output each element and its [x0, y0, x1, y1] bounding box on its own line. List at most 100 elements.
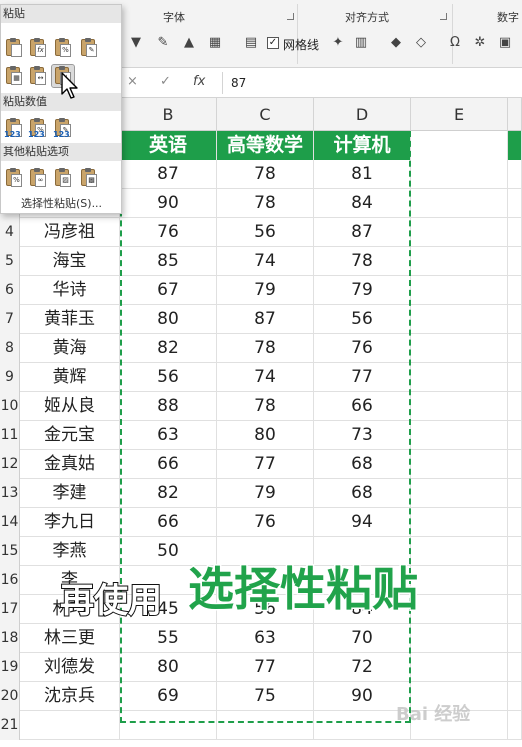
math-score-cell[interactable]: 63 — [217, 624, 314, 653]
paste-link-icon[interactable]: ∞ — [27, 167, 49, 189]
empty-cell[interactable] — [508, 450, 522, 479]
english-score-cell[interactable]: 67 — [120, 276, 217, 305]
paste-values-source-format-icon[interactable]: ✎ 123 — [52, 117, 74, 139]
math-score-cell[interactable]: 76 — [217, 508, 314, 537]
empty-cell[interactable] — [508, 421, 522, 450]
empty-cell[interactable] — [508, 218, 522, 247]
row-number[interactable]: 10 — [0, 392, 20, 421]
row-number[interactable]: 18 — [0, 624, 20, 653]
computer-score-cell[interactable]: 73 — [314, 421, 411, 450]
empty-cell[interactable] — [411, 160, 508, 189]
english-score-cell[interactable]: 82 — [120, 334, 217, 363]
name-cell[interactable]: 李建 — [20, 479, 120, 508]
empty-cell[interactable] — [411, 624, 508, 653]
name-cell[interactable]: 李九日 — [20, 508, 120, 537]
paste-formula-format-icon[interactable]: % — [52, 37, 74, 59]
name-cell[interactable]: 姬从良 — [20, 392, 120, 421]
computer-score-cell[interactable]: 66 — [314, 392, 411, 421]
computer-score-cell[interactable]: 72 — [314, 653, 411, 682]
paste-column-width-icon[interactable]: ↔ — [27, 65, 49, 87]
pin-icon[interactable]: ✦ — [330, 35, 346, 51]
math-score-cell[interactable]: 74 — [217, 247, 314, 276]
omega-icon[interactable]: Ω — [447, 35, 463, 51]
name-cell[interactable]: 金真姑 — [20, 450, 120, 479]
computer-score-cell[interactable]: 56 — [314, 305, 411, 334]
empty-cell[interactable] — [508, 537, 522, 566]
lock-icon[interactable]: ◆ — [388, 35, 404, 51]
math-score-cell[interactable]: 87 — [217, 305, 314, 334]
english-score-cell[interactable]: 55 — [120, 624, 217, 653]
math-score-cell[interactable] — [217, 711, 314, 740]
math-score-cell[interactable]: 78 — [217, 334, 314, 363]
selective-paste-menu-item[interactable]: 选择性粘贴(S)... — [21, 195, 102, 211]
computer-score-cell[interactable]: 78 — [314, 247, 411, 276]
empty-cell[interactable] — [411, 218, 508, 247]
row-number[interactable]: 16 — [0, 566, 20, 595]
name-cell[interactable]: 华诗 — [20, 276, 120, 305]
column-header-f[interactable] — [508, 98, 522, 131]
formula-input[interactable]: 87 — [222, 72, 518, 94]
math-score-cell[interactable]: 78 — [217, 160, 314, 189]
empty-cell[interactable] — [508, 508, 522, 537]
name-cell[interactable]: 冯彦祖 — [20, 218, 120, 247]
empty-cell[interactable] — [508, 711, 522, 740]
align-dialog-launcher[interactable] — [440, 13, 447, 20]
row-number[interactable]: 6 — [0, 276, 20, 305]
empty-cell[interactable] — [411, 392, 508, 421]
empty-cell[interactable] — [411, 653, 508, 682]
row-number[interactable]: 13 — [0, 479, 20, 508]
name-cell[interactable] — [20, 711, 120, 740]
empty-cell[interactable] — [411, 247, 508, 276]
empty-cell[interactable] — [411, 363, 508, 392]
format-icon[interactable]: ▦ — [207, 35, 223, 51]
math-score-cell[interactable]: 78 — [217, 392, 314, 421]
name-cell[interactable]: 林三更 — [20, 624, 120, 653]
english-score-cell[interactable]: 82 — [120, 479, 217, 508]
math-score-cell[interactable]: 77 — [217, 653, 314, 682]
empty-cell[interactable] — [411, 479, 508, 508]
empty-cell[interactable] — [508, 334, 522, 363]
math-score-cell[interactable]: 78 — [217, 189, 314, 218]
computer-score-cell[interactable]: 87 — [314, 218, 411, 247]
name-cell[interactable]: 沈京兵 — [20, 682, 120, 711]
empty-cell[interactable] — [508, 624, 522, 653]
row-number[interactable]: 7 — [0, 305, 20, 334]
row-number[interactable]: 17 — [0, 595, 20, 624]
empty-cell[interactable] — [508, 276, 522, 305]
empty-cell[interactable] — [411, 305, 508, 334]
empty-cell[interactable] — [508, 566, 522, 595]
paste-picture-icon[interactable]: ▨ — [52, 167, 74, 189]
column-header-c[interactable]: C — [217, 98, 314, 131]
empty-cell[interactable] — [508, 363, 522, 392]
header-cell-computer[interactable]: 计算机 — [314, 131, 411, 160]
computer-score-cell[interactable]: 68 — [314, 479, 411, 508]
empty-cell[interactable] — [508, 653, 522, 682]
name-cell[interactable]: 黄海 — [20, 334, 120, 363]
english-score-cell[interactable]: 69 — [120, 682, 217, 711]
english-score-cell[interactable]: 80 — [120, 305, 217, 334]
row-number[interactable]: 19 — [0, 653, 20, 682]
computer-score-cell[interactable]: 84 — [314, 189, 411, 218]
cell-f1[interactable] — [508, 131, 522, 160]
name-cell[interactable]: 黄菲玉 — [20, 305, 120, 334]
column-header-d[interactable]: D — [314, 98, 411, 131]
english-score-cell[interactable] — [120, 711, 217, 740]
empty-cell[interactable] — [411, 334, 508, 363]
math-score-cell[interactable]: 79 — [217, 276, 314, 305]
english-score-cell[interactable]: 90 — [120, 189, 217, 218]
english-score-cell[interactable]: 63 — [120, 421, 217, 450]
confirm-button[interactable]: ✓ — [160, 74, 171, 89]
empty-cell[interactable] — [411, 508, 508, 537]
row-number[interactable]: 21 — [0, 711, 20, 740]
row-number[interactable]: 9 — [0, 363, 20, 392]
empty-cell[interactable] — [508, 160, 522, 189]
math-score-cell[interactable]: 79 — [217, 479, 314, 508]
empty-cell[interactable] — [411, 421, 508, 450]
computer-score-cell[interactable]: 77 — [314, 363, 411, 392]
border-icon[interactable]: ▥ — [353, 35, 369, 51]
english-score-cell[interactable]: 66 — [120, 508, 217, 537]
row-number[interactable]: 11 — [0, 421, 20, 450]
highlight-icon[interactable]: ✎ — [155, 35, 171, 51]
english-score-cell[interactable]: 80 — [120, 653, 217, 682]
row-number[interactable]: 20 — [0, 682, 20, 711]
